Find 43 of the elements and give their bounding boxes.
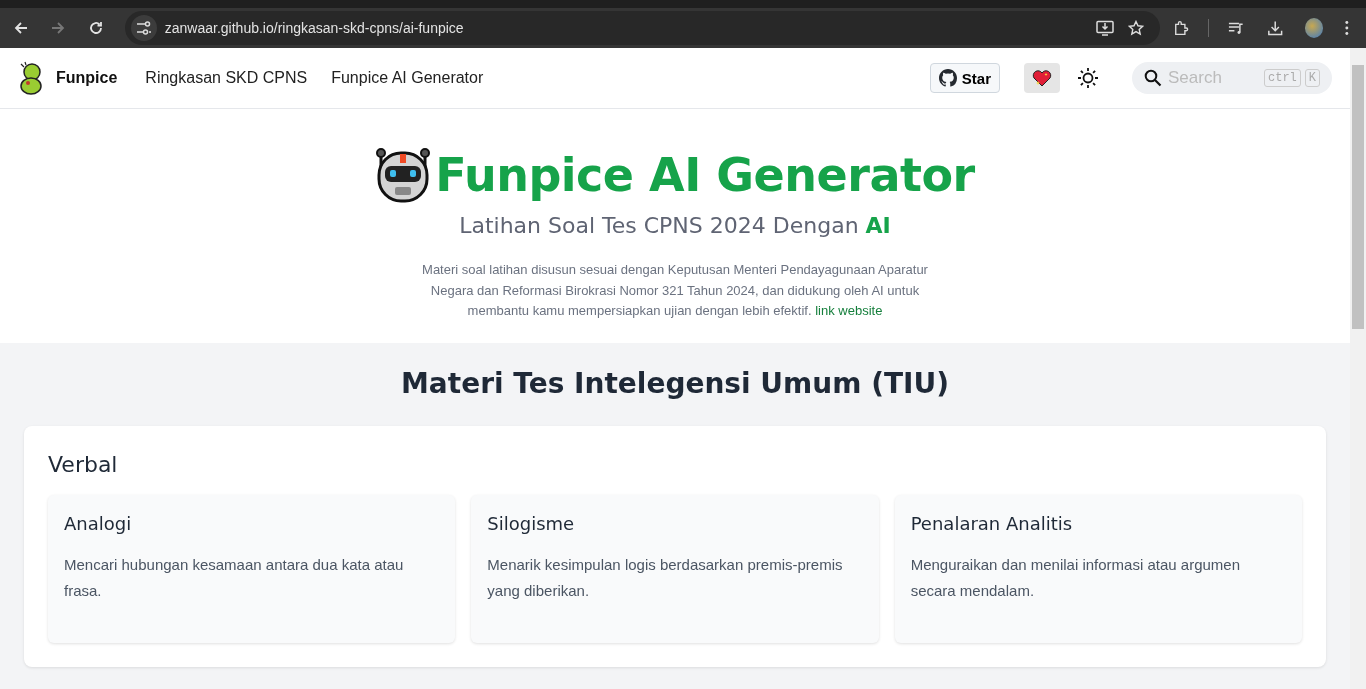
topic-title: Analogi	[64, 513, 133, 534]
topic-title: Penalaran Analitis	[910, 513, 1074, 534]
nav-link[interactable]: Ringkasan SKD CPNS	[145, 69, 308, 87]
topic-description: Menarik kesimpulan logis berdasarkan premis-premis yang diberikan.	[487, 555, 844, 601]
github-icon	[938, 69, 957, 87]
hero-title: Funpice AI Generator	[435, 148, 975, 202]
search-icon	[1144, 69, 1162, 87]
topic-card[interactable]: Analogi Mencari hubungan kesamaan antara dua kata atau frasa.	[48, 495, 456, 643]
topic-card[interactable]: Silogisme Menarik kesimpulan logis berdasarkan premis-premis yang diberikan.	[471, 495, 879, 643]
heart-icon	[1032, 69, 1052, 87]
more-menu-icon[interactable]	[1345, 20, 1349, 36]
topic-description: Menguraikan dan menilai informasi atau argumen secara mendalam.	[910, 555, 1241, 601]
sponsor-button[interactable]	[1024, 63, 1060, 93]
section-title: Materi Tes Intelegensi Umum (TIU)	[400, 367, 950, 400]
keyboard-key: K	[1304, 69, 1320, 87]
extensions-icon[interactable]	[1172, 19, 1190, 37]
mascot-logo-icon[interactable]	[18, 61, 44, 95]
nav-link[interactable]: Funpice AI Generator	[331, 69, 484, 87]
github-star-button[interactable]: Star	[929, 63, 1000, 93]
topic-card[interactable]: Penalaran Analitis Menguraikan dan menilai informasi atau argumen secara mendalam.	[894, 495, 1302, 643]
download-icon[interactable]	[1266, 19, 1284, 37]
profile-avatar[interactable]	[1305, 18, 1324, 38]
search-input[interactable]: Search	[1166, 67, 1260, 89]
site-settings-icon[interactable]	[130, 15, 157, 41]
hero-description: Materi soal latihan disusun sesuai dengan Keputusan Menteri Pendayagunaan Aparatur Negara dan Reformasi Birokrasi Nomor 321 Tahun 2024, dan didukung oleh AI untuk membantu kamu mempersiapkan ujian dengan lebih efektif. link website	[421, 261, 929, 320]
forward-arrow-icon	[50, 20, 67, 36]
media-queue-icon[interactable]	[1228, 20, 1245, 36]
reload-icon	[88, 20, 104, 36]
website-link[interactable]: link website	[815, 303, 883, 318]
category-title: Verbal	[48, 452, 119, 477]
url-text: zanwaar.github.io/ringkasan-skd-cpns/ai-funpice	[164, 20, 464, 36]
address-bar[interactable]: zanwaar.github.io/ringkasan-skd-cpns/ai-funpice	[124, 11, 1160, 45]
scrollbar-thumb[interactable]	[1352, 65, 1364, 329]
keyboard-key: ctrl	[1264, 69, 1301, 87]
sun-icon	[1077, 67, 1099, 89]
brand-link[interactable]: Funpice	[56, 69, 118, 87]
bookmark-star-icon[interactable]	[1127, 20, 1144, 36]
scrollbar[interactable]	[1350, 48, 1366, 689]
hero-subtitle: Latihan Soal Tes CPNS 2024 Dengan AI	[459, 213, 891, 238]
install-app-icon[interactable]	[1095, 20, 1114, 36]
back-arrow-icon	[12, 20, 29, 36]
topic-description: Mencari hubungan kesamaan antara dua kata atau frasa.	[64, 555, 405, 601]
topic-title: Silogisme	[487, 513, 576, 534]
